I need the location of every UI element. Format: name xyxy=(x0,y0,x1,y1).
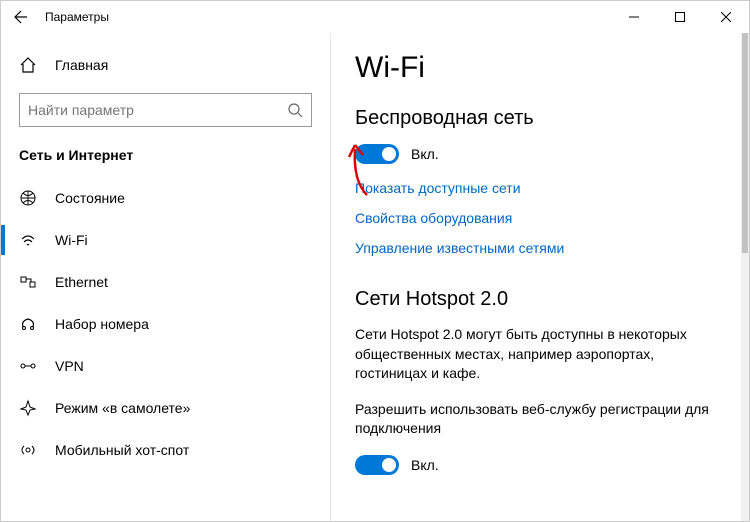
close-icon xyxy=(721,12,731,22)
hotspot-heading: Сети Hotspot 2.0 xyxy=(355,288,725,311)
page-title: Wi-Fi xyxy=(355,51,725,85)
back-arrow-icon xyxy=(13,9,29,25)
wifi-toggle-label: Вкл. xyxy=(411,146,439,162)
hotspot-desc: Сети Hotspot 2.0 могут быть доступны в н… xyxy=(355,325,725,384)
ethernet-icon xyxy=(19,273,37,291)
hotspot-toggle-label: Вкл. xyxy=(411,457,439,473)
sidebar: Главная Сеть и Интернет Состояние Wi xyxy=(1,33,331,521)
titlebar: Параметры xyxy=(1,1,749,33)
window-title: Параметры xyxy=(41,10,611,24)
close-button[interactable] xyxy=(703,1,749,33)
search-input[interactable] xyxy=(28,102,287,118)
hotspot-perm-desc: Разрешить использовать веб-службу регист… xyxy=(355,400,725,439)
sidebar-item-dialup[interactable]: Набор номера xyxy=(1,303,330,345)
sidebar-item-status[interactable]: Состояние xyxy=(1,177,330,219)
dialup-icon xyxy=(19,315,37,333)
hotspot-toggle[interactable] xyxy=(355,455,399,475)
sidebar-item-label: Wi-Fi xyxy=(55,232,88,248)
known-networks-link[interactable]: Управление известными сетями xyxy=(355,240,725,256)
content-pane: Wi-Fi Беспроводная сеть Вкл. Показать до… xyxy=(331,33,749,521)
content-scrollbar[interactable] xyxy=(741,33,749,521)
sidebar-item-vpn[interactable]: VPN xyxy=(1,345,330,387)
hotspot-toggle-row: Вкл. xyxy=(355,455,725,475)
sidebar-item-label: Набор номера xyxy=(55,316,149,332)
wifi-toggle-row: Вкл. xyxy=(355,144,725,164)
minimize-icon xyxy=(629,12,639,22)
settings-window: Параметры Главная Се xyxy=(0,0,750,522)
search-box[interactable] xyxy=(19,93,312,127)
sidebar-item-label: Режим «в самолете» xyxy=(55,400,190,416)
maximize-icon xyxy=(675,12,685,22)
window-body: Главная Сеть и Интернет Состояние Wi xyxy=(1,33,749,521)
maximize-button[interactable] xyxy=(657,1,703,33)
show-networks-link[interactable]: Показать доступные сети xyxy=(355,180,725,196)
scrollbar-thumb[interactable] xyxy=(742,33,748,253)
vpn-icon xyxy=(19,357,37,375)
globe-icon xyxy=(19,189,37,207)
sidebar-item-label: Состояние xyxy=(55,190,125,206)
sidebar-category: Сеть и Интернет xyxy=(1,141,330,177)
wireless-heading: Беспроводная сеть xyxy=(355,107,725,130)
wifi-icon xyxy=(19,231,37,249)
sidebar-item-label: Ethernet xyxy=(55,274,108,290)
sidebar-item-wifi[interactable]: Wi-Fi xyxy=(1,219,330,261)
wifi-toggle[interactable] xyxy=(355,144,399,164)
hardware-props-link[interactable]: Свойства оборудования xyxy=(355,210,725,226)
sidebar-item-label: VPN xyxy=(55,358,84,374)
minimize-button[interactable] xyxy=(611,1,657,33)
home-nav[interactable]: Главная xyxy=(1,45,330,85)
search-icon xyxy=(287,102,303,118)
sidebar-item-airplane[interactable]: Режим «в самолете» xyxy=(1,387,330,429)
hotspot-icon xyxy=(19,441,37,459)
sidebar-item-hotspot[interactable]: Мобильный хот-спот xyxy=(1,429,330,471)
home-icon xyxy=(19,56,37,74)
home-label: Главная xyxy=(55,57,108,73)
sidebar-item-ethernet[interactable]: Ethernet xyxy=(1,261,330,303)
airplane-icon xyxy=(19,399,37,417)
back-button[interactable] xyxy=(1,1,41,33)
sidebar-item-label: Мобильный хот-спот xyxy=(55,442,189,458)
